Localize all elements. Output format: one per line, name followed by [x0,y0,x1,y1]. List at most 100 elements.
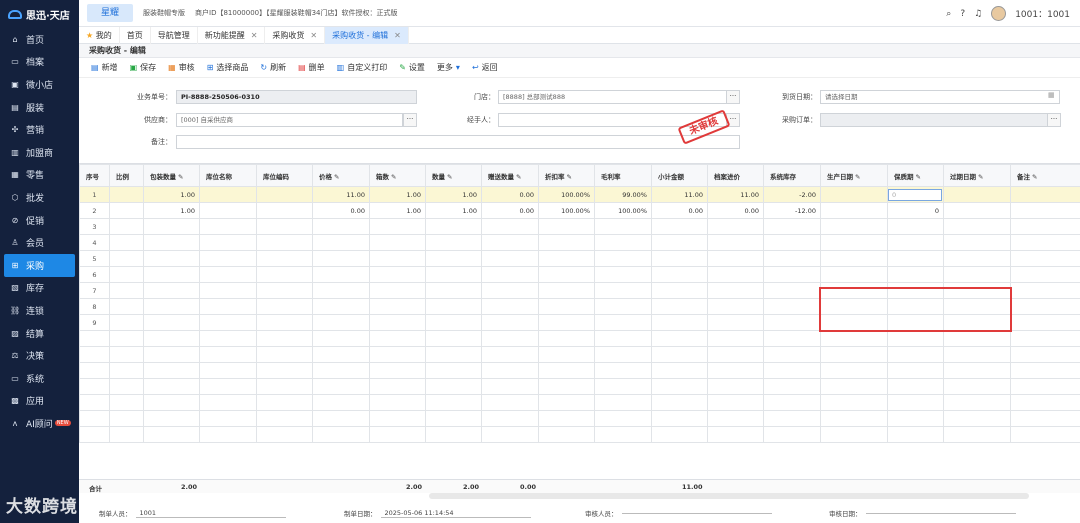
table-cell[interactable] [481,298,539,315]
brand-tab[interactable]: 星耀 [87,4,134,22]
table-cell[interactable] [109,234,144,251]
table-cell[interactable] [109,202,144,219]
table-cell[interactable]: 0.00 [312,202,370,219]
table-cell[interactable] [707,298,764,315]
table-cell[interactable] [820,250,888,267]
table-cell[interactable] [763,266,821,283]
toolbar-button-8[interactable]: 更多 ▾ [437,62,460,73]
sidebar-item-16[interactable]: ▩ 应用 [0,390,79,413]
column-header[interactable]: 包装数量 ✎ [143,164,200,187]
table-cell[interactable]: 6 [79,266,110,283]
sidebar-item-14[interactable]: ⚖ 决策 [0,344,79,367]
table-cell[interactable]: 3 [79,218,110,235]
table-cell[interactable] [763,234,821,251]
table-cell[interactable] [425,234,482,251]
column-header[interactable]: 价格 ✎ [312,164,370,187]
toolbar-button-4[interactable]: ↻ 刷新 [260,62,286,73]
table-cell[interactable] [425,314,482,331]
table-cell[interactable] [820,266,888,283]
table-cell[interactable] [594,282,652,299]
toolbar-button-5[interactable]: ▤ 删单 [298,62,325,73]
column-header[interactable]: 毛利率 [594,164,652,187]
table-cell[interactable]: 1.00 [425,186,482,203]
tab-2[interactable]: 导航管理 [151,26,198,44]
table-cell[interactable] [481,266,539,283]
help-icon[interactable]: ? [960,9,965,19]
table-cell[interactable] [707,250,764,267]
table-cell[interactable] [199,282,257,299]
table-cell[interactable] [143,282,200,299]
column-header[interactable]: 库位编码 [256,164,313,187]
sidebar-item-1[interactable]: ▭ 档案 [0,51,79,74]
table-cell[interactable] [143,314,200,331]
sidebar-item-4[interactable]: ✣ 营销 [0,118,79,141]
table-cell[interactable] [109,250,144,267]
table-cell[interactable]: 11.00 [312,186,370,203]
table-cell[interactable] [312,282,370,299]
table-cell[interactable]: 11.00 [707,186,764,203]
table-cell[interactable] [143,298,200,315]
table-cell[interactable] [594,218,652,235]
table-row[interactable]: 6 [79,266,1080,283]
store-field[interactable]: [8888] 总部测试888 [498,90,727,104]
table-cell[interactable]: 9 [79,314,110,331]
table-cell[interactable] [312,266,370,283]
table-cell[interactable] [651,298,708,315]
table-cell[interactable] [538,266,595,283]
column-header[interactable]: 比例 [109,164,144,187]
table-cell[interactable] [707,234,764,251]
table-cell[interactable] [1010,218,1080,235]
table-cell[interactable]: 1.00 [143,186,200,203]
sidebar-item-7[interactable]: ⬡ 批发 [0,186,79,209]
table-cell[interactable] [369,298,426,315]
tab-0[interactable]: ★ 我的 [79,26,120,44]
sidebar-item-0[interactable]: ⌂ 首页 [0,28,79,51]
toolbar-button-9[interactable]: ↩ 返回 [472,62,498,73]
supplier-picker-button[interactable]: ··· [403,113,417,127]
table-cell[interactable]: 100.00% [538,202,595,219]
table-cell[interactable] [820,186,888,203]
table-cell[interactable] [256,186,313,203]
table-cell[interactable] [199,314,257,331]
remark-field[interactable] [176,135,740,149]
table-cell[interactable] [256,250,313,267]
column-header[interactable]: 小计金额 [651,164,708,187]
table-cell[interactable]: 1.00 [425,202,482,219]
table-row[interactable]: 2 1.00 0.00 1.00 1.00 0.00 100.00% 100.00% 0.00 0… [79,202,1080,219]
table-cell[interactable]: 0 [887,202,944,219]
table-cell[interactable] [425,298,482,315]
table-cell[interactable] [425,218,482,235]
table-cell[interactable] [538,250,595,267]
table-cell[interactable] [538,298,595,315]
supplier-field[interactable]: [000] 自采供应商 [176,113,403,127]
table-cell[interactable] [312,234,370,251]
table-cell[interactable] [594,234,652,251]
table-row[interactable]: 1 1.00 11.00 1.00 1.00 0.00 100.00% 99.00% 11.00… [79,186,1080,203]
table-cell[interactable] [707,282,764,299]
table-cell[interactable] [109,186,144,203]
table-cell[interactable] [312,218,370,235]
table-cell[interactable]: 1.00 [143,202,200,219]
table-row[interactable]: 5 [79,250,1080,267]
table-cell[interactable] [887,218,944,235]
toolbar-button-7[interactable]: ✎ 设置 [399,62,425,73]
sidebar-item-12[interactable]: ⛓ 连锁 [0,299,79,322]
table-cell[interactable] [199,202,257,219]
table-cell[interactable] [594,314,652,331]
sidebar-item-2[interactable]: ▣ 微小店 [0,73,79,96]
table-cell[interactable] [1010,266,1080,283]
table-cell[interactable] [369,266,426,283]
column-header[interactable]: 赠送数量 ✎ [481,164,539,187]
table-cell[interactable] [143,250,200,267]
table-cell[interactable] [256,234,313,251]
table-cell[interactable]: 1.00 [369,202,426,219]
table-cell[interactable]: 0.00 [707,202,764,219]
table-cell[interactable] [651,266,708,283]
avatar[interactable] [991,6,1007,21]
table-cell[interactable] [943,234,1011,251]
table-cell[interactable] [763,314,821,331]
horizontal-scrollbar[interactable] [429,493,1029,499]
table-cell[interactable] [651,282,708,299]
table-cell[interactable]: 2 [79,202,110,219]
column-header[interactable]: 箱数 ✎ [369,164,426,187]
